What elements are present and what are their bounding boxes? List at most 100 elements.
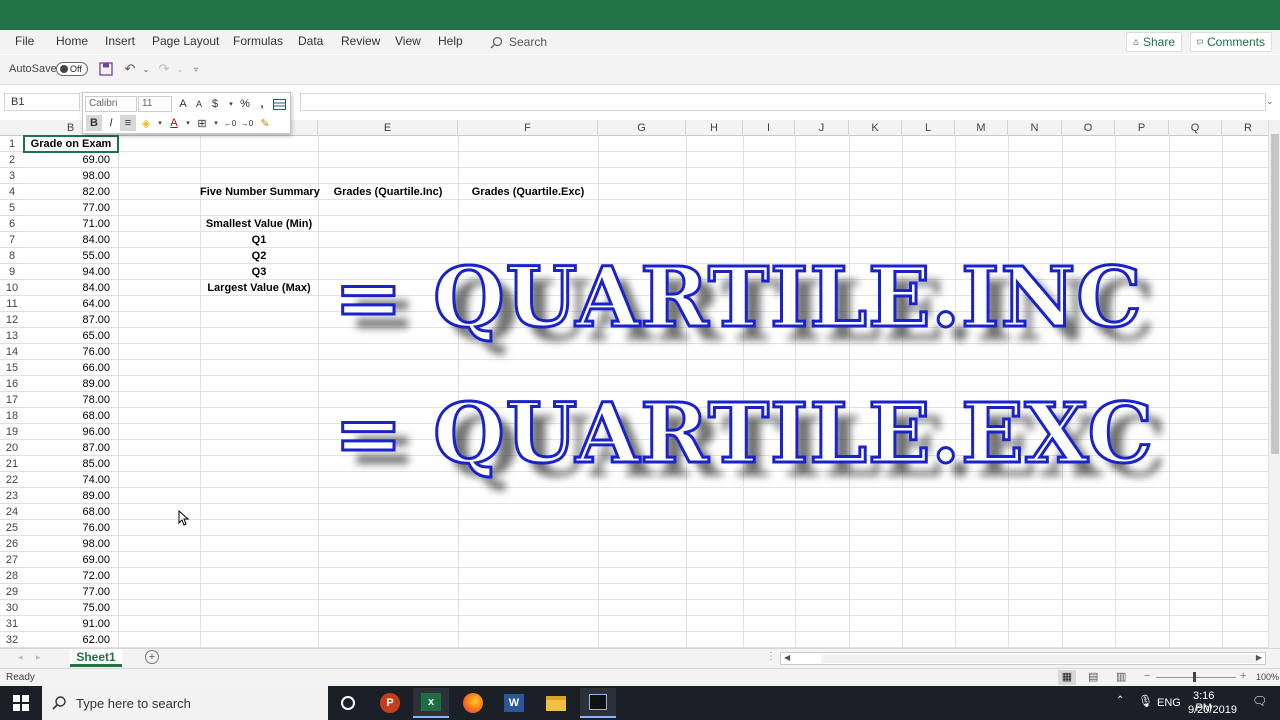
cell-b-value[interactable]: 77.00 <box>24 200 110 216</box>
row-header[interactable]: 28 <box>0 568 24 584</box>
col-header-m[interactable]: M <box>955 120 1008 136</box>
increase-decimal-icon[interactable]: ←0 <box>222 115 238 131</box>
col-header-f[interactable]: F <box>458 120 598 136</box>
add-sheet-icon[interactable]: + <box>145 650 159 664</box>
notifications-icon[interactable]: 🗨 <box>1252 694 1267 708</box>
cell-b-value[interactable]: 55.00 <box>24 248 110 264</box>
redo-icon[interactable]: ↷ <box>156 61 172 77</box>
zoom-slider-thumb[interactable] <box>1193 672 1196 682</box>
scroll-sheets-left-icon[interactable]: ◂ <box>18 652 23 663</box>
col-header-n[interactable]: N <box>1008 120 1062 136</box>
cell-b-value[interactable]: 84.00 <box>24 280 110 296</box>
file-explorer-icon[interactable] <box>538 688 574 718</box>
horizontal-scrollbar[interactable]: ◀ ▶ <box>780 652 1266 665</box>
increase-font-icon[interactable]: A <box>175 96 191 112</box>
cell-d10[interactable]: Largest Value (Max) <box>200 280 318 296</box>
scroll-sheets-right-icon[interactable]: ▸ <box>36 652 41 663</box>
row-header[interactable]: 19 <box>0 424 24 440</box>
powerpoint-icon[interactable]: P <box>372 688 408 718</box>
col-header-h[interactable]: H <box>686 120 743 136</box>
cell-b-value[interactable]: 72.00 <box>24 568 110 584</box>
row-header[interactable]: 14 <box>0 344 24 360</box>
cell-b-value[interactable]: 89.00 <box>24 488 110 504</box>
row-header[interactable]: 2 <box>0 152 24 168</box>
row-header[interactable]: 22 <box>0 472 24 488</box>
cell-b-value[interactable]: 78.00 <box>24 392 110 408</box>
share-button[interactable]: Share <box>1126 32 1182 52</box>
cell-b-value[interactable]: 82.00 <box>24 184 110 200</box>
cell-d7[interactable]: Q1 <box>200 232 318 248</box>
decrease-font-icon[interactable]: A <box>191 96 207 112</box>
row-header[interactable]: 30 <box>0 600 24 616</box>
row-header[interactable]: 24 <box>0 504 24 520</box>
cell-b-value[interactable]: 62.00 <box>24 632 110 648</box>
zoom-level[interactable]: 100% <box>1256 672 1279 682</box>
decrease-decimal-icon[interactable]: →0 <box>239 115 255 131</box>
percent-style-icon[interactable]: % <box>237 96 253 112</box>
start-button[interactable] <box>0 686 42 720</box>
microphone-icon[interactable]: 🎙 <box>1138 694 1153 708</box>
scroll-right-icon[interactable]: ▶ <box>1256 653 1262 662</box>
cell-b-value[interactable]: 87.00 <box>24 440 110 456</box>
save-icon[interactable] <box>98 61 114 77</box>
row-header[interactable]: 8 <box>0 248 24 264</box>
cell-b-value[interactable]: 69.00 <box>24 552 110 568</box>
row-header[interactable]: 23 <box>0 488 24 504</box>
row-header[interactable]: 15 <box>0 360 24 376</box>
row-header[interactable]: 16 <box>0 376 24 392</box>
undo-dropdown-icon[interactable]: ⌄ <box>138 61 154 77</box>
cell-b-value[interactable]: 66.00 <box>24 360 110 376</box>
autosave-toggle[interactable]: Off <box>56 62 88 76</box>
language-indicator[interactable]: ENG <box>1157 697 1181 709</box>
font-size-select[interactable]: 11 <box>138 96 172 112</box>
word-icon[interactable]: W <box>496 688 532 718</box>
cell-f4[interactable]: Grades (Quartile.Exc) <box>458 184 598 200</box>
sheet-tab-sheet1[interactable]: Sheet1 <box>70 649 122 667</box>
cortana-icon[interactable] <box>330 688 366 718</box>
cell-e4[interactable]: Grades (Quartile.Inc) <box>318 184 458 200</box>
col-header-e[interactable]: E <box>318 120 458 136</box>
cell-d6[interactable]: Smallest Value (Min) <box>200 216 318 232</box>
active-cell-b1[interactable] <box>23 135 119 153</box>
col-header-l[interactable]: L <box>902 120 955 136</box>
cell-b-value[interactable]: 69.00 <box>24 152 110 168</box>
row-header[interactable]: 11 <box>0 296 24 312</box>
customize-qat-icon[interactable]: ▿ <box>188 61 204 77</box>
accounting-format-icon[interactable]: $ <box>207 96 223 112</box>
bold-button[interactable]: B <box>86 115 102 131</box>
row-header[interactable]: 13 <box>0 328 24 344</box>
cell-d9[interactable]: Q3 <box>200 264 318 280</box>
cell-b-value[interactable]: 77.00 <box>24 584 110 600</box>
col-header-q[interactable]: Q <box>1169 120 1222 136</box>
row-header[interactable]: 18 <box>0 408 24 424</box>
cell-b-value[interactable]: 65.00 <box>24 328 110 344</box>
tab-insert[interactable]: Insert <box>105 34 135 48</box>
tab-page-layout[interactable]: Page Layout <box>152 34 219 48</box>
col-header-g[interactable]: G <box>598 120 686 136</box>
cell-b-value[interactable]: 91.00 <box>24 616 110 632</box>
formula-input[interactable] <box>300 93 1266 111</box>
cell-b-value[interactable]: 85.00 <box>24 456 110 472</box>
italic-button[interactable]: I <box>103 115 119 131</box>
row-header[interactable]: 12 <box>0 312 24 328</box>
row-header[interactable]: 9 <box>0 264 24 280</box>
cell-b-value[interactable]: 75.00 <box>24 600 110 616</box>
cell-d8[interactable]: Q2 <box>200 248 318 264</box>
expand-formula-bar-icon[interactable]: ⌄ <box>1266 96 1274 107</box>
cell-b-value[interactable]: 98.00 <box>24 536 110 552</box>
col-header-j[interactable]: J <box>795 120 849 136</box>
font-name-select[interactable]: Calibri <box>85 96 137 112</box>
cell-b-value[interactable]: 98.00 <box>24 168 110 184</box>
row-header[interactable]: 4 <box>0 184 24 200</box>
cell-b-value[interactable]: 96.00 <box>24 424 110 440</box>
col-header-p[interactable]: P <box>1115 120 1169 136</box>
col-header-i[interactable]: I <box>743 120 795 136</box>
excel-icon[interactable]: x <box>413 688 449 718</box>
col-header-k[interactable]: K <box>849 120 902 136</box>
row-header[interactable]: 27 <box>0 552 24 568</box>
row-header[interactable]: 6 <box>0 216 24 232</box>
taskbar-search[interactable]: Type here to search <box>42 686 328 720</box>
tab-view[interactable]: View <box>395 34 421 48</box>
name-box[interactable]: B1 <box>4 93 80 111</box>
undo-icon[interactable]: ↶ <box>122 61 138 77</box>
